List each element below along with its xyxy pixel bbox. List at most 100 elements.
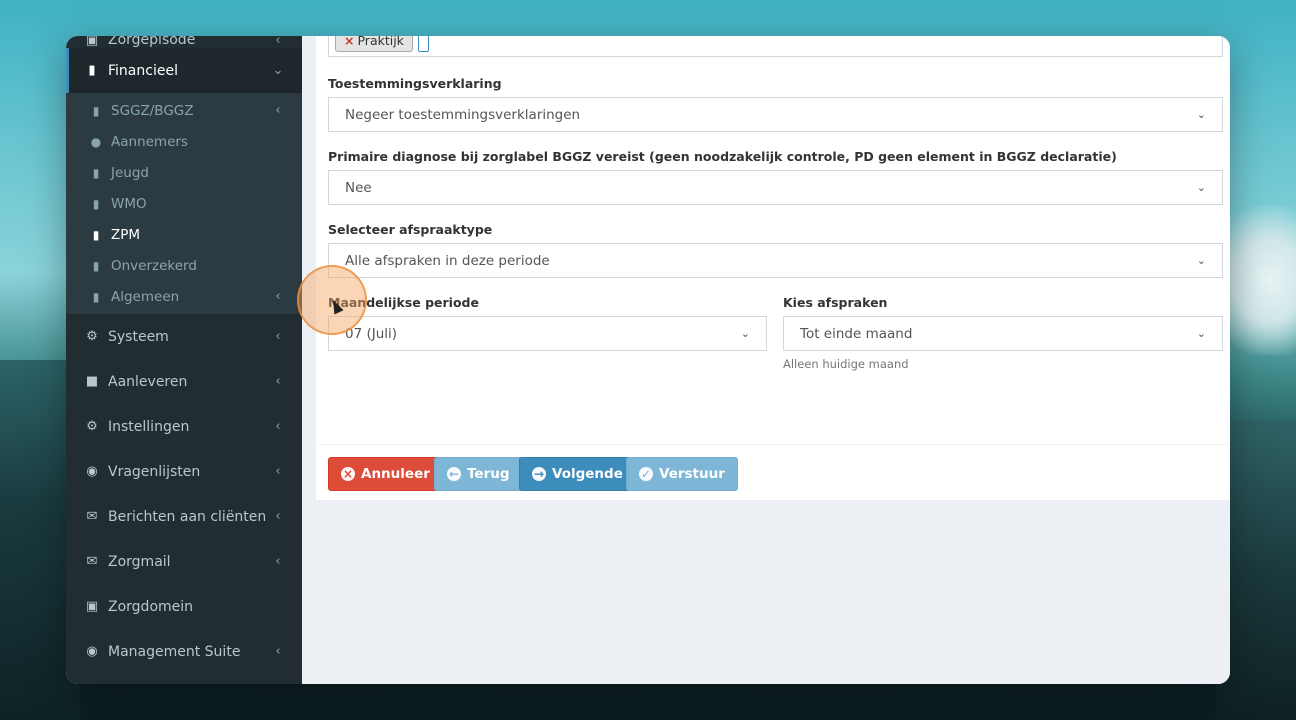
book-icon: ▮ bbox=[92, 258, 100, 273]
next-button-label: Volgende bbox=[552, 466, 623, 482]
kies-value: Tot einde maand bbox=[800, 325, 913, 342]
globe-icon: ◉ bbox=[86, 644, 98, 659]
afspraaktype-group: Selecteer afspraaktype Alle afspraken in… bbox=[328, 222, 1223, 278]
form-footer: × Annuleer ← Terug → Volgende ✓ Verstuur bbox=[316, 444, 1230, 500]
toestemming-group: Toestemmingsverklaring Negeer toestemmin… bbox=[328, 76, 1223, 132]
periode-group: Maandelijkse periode 07 (Juli) ⌄ bbox=[328, 295, 767, 351]
medkit-icon: ▣ bbox=[85, 36, 99, 48]
send-button-label: Verstuur bbox=[659, 466, 725, 482]
truck-icon: ■ bbox=[85, 374, 99, 389]
submenu-item-onverzekerd[interactable]: ▮ Onverzekerd bbox=[66, 250, 302, 281]
send-button[interactable]: ✓ Verstuur bbox=[626, 457, 738, 491]
check-circle-icon: ✓ bbox=[639, 467, 653, 481]
sidebar-item-zorgmail[interactable]: ✉ Zorgmail ‹ bbox=[66, 539, 302, 584]
sidebar-item-label: Zorgepisode bbox=[108, 36, 196, 48]
sidebar-item-label: Aanleveren bbox=[108, 373, 188, 390]
sidebar-item-financieel[interactable]: ▮ Financieel ⌄ bbox=[66, 48, 302, 93]
cogs-icon: ⚙ bbox=[86, 329, 98, 344]
envelope-icon: ✉ bbox=[86, 554, 98, 569]
periode-value: 07 (Juli) bbox=[345, 325, 398, 342]
sidebar-item-label: Systeem bbox=[108, 328, 169, 345]
times-circle-icon: × bbox=[341, 467, 355, 481]
sidebar-item-label: Zorgdomein bbox=[108, 598, 194, 615]
chevron-down-icon: ⌄ bbox=[272, 63, 284, 78]
chevron-down-icon: ⌄ bbox=[1196, 327, 1206, 340]
chevron-down-icon: ⌄ bbox=[1196, 254, 1206, 267]
sidebar-item-label: Instellingen bbox=[108, 418, 190, 435]
diagnose-label: Primaire diagnose bij zorglabel BGGZ ver… bbox=[328, 149, 1117, 164]
sidebar-item-zorgdomein[interactable]: ▣ Zorgdomein bbox=[66, 584, 302, 629]
chevron-left-icon: ‹ bbox=[275, 644, 281, 659]
sidebar-item-vragenlijsten[interactable]: ◉ Vragenlijsten ‹ bbox=[66, 449, 302, 494]
chevron-left-icon: ‹ bbox=[275, 36, 281, 48]
submenu-item-label: Jeugd bbox=[111, 164, 149, 181]
sidebar-item-zorgepisode[interactable]: ▣ Zorgepisode ‹ bbox=[66, 36, 302, 48]
submenu-item-label: SGGZ/BGGZ bbox=[111, 102, 194, 119]
diagnose-select[interactable]: Nee ⌄ bbox=[328, 170, 1223, 205]
toestemming-select[interactable]: Negeer toestemmingsverklaringen ⌄ bbox=[328, 97, 1223, 132]
book-icon: ▮ bbox=[92, 165, 100, 180]
submenu-item-label: Onverzekerd bbox=[111, 257, 197, 274]
inbox-icon: ▣ bbox=[85, 599, 99, 614]
diagnose-value: Nee bbox=[345, 179, 372, 196]
book-icon: ▮ bbox=[92, 289, 100, 304]
submenu-item-wmo[interactable]: ▮ WMO bbox=[66, 188, 302, 219]
chevron-down-icon: ⌄ bbox=[740, 327, 750, 340]
sidebar-item-aanleveren[interactable]: ■ Aanleveren ‹ bbox=[66, 359, 302, 404]
book-icon: ▮ bbox=[92, 196, 100, 211]
envelope-icon: ✉ bbox=[86, 509, 98, 524]
form-box: × Praktijk Toestemmingsverklaring Negeer … bbox=[316, 36, 1230, 500]
submenu-item-label: Algemeen bbox=[111, 288, 180, 305]
sidebar-item-systeem[interactable]: ⚙ Systeem ‹ bbox=[66, 314, 302, 359]
chevron-left-icon: ‹ bbox=[275, 464, 281, 479]
sidebar-item-management-suite[interactable]: ◉ Management Suite ‹ bbox=[66, 629, 302, 674]
submenu-item-sggz-bggz[interactable]: ▮ SGGZ/BGGZ ‹ bbox=[66, 95, 302, 126]
chevron-left-icon: ‹ bbox=[275, 103, 281, 118]
submenu-item-zpm[interactable]: ▮ ZPM bbox=[66, 219, 302, 250]
sidebar-item-label: Management Suite bbox=[108, 643, 241, 660]
submenu-item-jeugd[interactable]: ▮ Jeugd bbox=[66, 157, 302, 188]
sidebar-item-label: Zorgmail bbox=[108, 553, 171, 570]
periode-select[interactable]: 07 (Juli) ⌄ bbox=[328, 316, 767, 351]
chevron-left-icon: ‹ bbox=[275, 329, 281, 344]
book-icon: ▮ bbox=[92, 227, 100, 242]
main-content: × Praktijk Toestemmingsverklaring Negeer … bbox=[302, 36, 1230, 684]
sidebar-item-label: Berichten aan cliënten bbox=[108, 508, 267, 525]
book-icon: ▮ bbox=[92, 103, 100, 118]
submenu-item-label: WMO bbox=[111, 195, 147, 212]
sidebar-item-label: Financieel bbox=[108, 62, 178, 79]
arrow-left-circle-icon: ← bbox=[447, 467, 461, 481]
gear-icon: ⚙ bbox=[86, 419, 98, 434]
tag-label: Praktijk bbox=[357, 36, 404, 48]
sidebar-item-label: Vragenlijsten bbox=[108, 463, 201, 480]
users-icon: ● bbox=[90, 134, 102, 149]
sidebar-item-instellingen[interactable]: ⚙ Instellingen ‹ bbox=[66, 404, 302, 449]
kies-help-text: Alleen huidige maand bbox=[783, 357, 909, 371]
chevron-down-icon: ⌄ bbox=[1196, 108, 1206, 121]
book-icon: ▮ bbox=[88, 63, 96, 78]
submenu-item-label: Aannemers bbox=[111, 133, 188, 150]
next-button[interactable]: → Volgende bbox=[519, 457, 636, 491]
afspraaktype-select[interactable]: Alle afspraken in deze periode ⌄ bbox=[328, 243, 1223, 278]
afspraaktype-value: Alle afspraken in deze periode bbox=[345, 252, 550, 269]
submenu-item-aannemers[interactable]: ● Aannemers bbox=[66, 126, 302, 157]
back-button[interactable]: ← Terug bbox=[434, 457, 523, 491]
kies-group: Kies afspraken Tot einde maand ⌄ Alleen … bbox=[783, 295, 1223, 371]
chevron-down-icon: ⌄ bbox=[1196, 181, 1206, 194]
kies-label: Kies afspraken bbox=[783, 295, 888, 310]
submenu-item-algemeen[interactable]: ▮ Algemeen ‹ bbox=[66, 281, 302, 312]
toestemming-value: Negeer toestemmingsverklaringen bbox=[345, 106, 581, 123]
chevron-left-icon: ‹ bbox=[275, 419, 281, 434]
praktijk-tag-input[interactable]: × Praktijk bbox=[328, 36, 1223, 57]
cancel-button-label: Annuleer bbox=[361, 466, 430, 482]
sidebar-item-berichten[interactable]: ✉ Berichten aan cliënten ‹ bbox=[66, 494, 302, 539]
kies-select[interactable]: Tot einde maand ⌄ bbox=[783, 316, 1223, 351]
remove-tag-icon[interactable]: × bbox=[344, 36, 354, 48]
arrow-right-circle-icon: → bbox=[532, 467, 546, 481]
tag-search-field[interactable] bbox=[418, 36, 429, 52]
back-button-label: Terug bbox=[467, 466, 510, 482]
diagnose-group: Primaire diagnose bij zorglabel BGGZ ver… bbox=[328, 149, 1223, 205]
periode-label: Maandelijkse periode bbox=[328, 295, 479, 310]
toestemming-label: Toestemmingsverklaring bbox=[328, 76, 502, 91]
cancel-button[interactable]: × Annuleer bbox=[328, 457, 443, 491]
